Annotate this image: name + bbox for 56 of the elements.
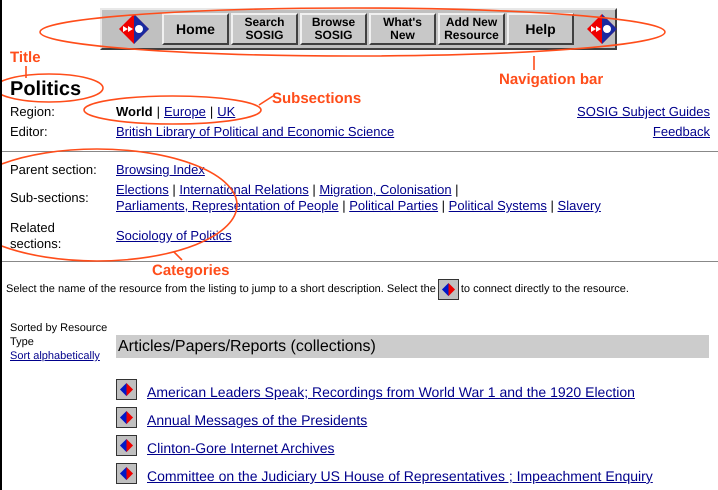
leader-line bbox=[259, 96, 273, 105]
region-current: World bbox=[116, 103, 153, 122]
connect-button[interactable] bbox=[116, 463, 137, 484]
connect-button[interactable] bbox=[116, 435, 137, 456]
separator: | bbox=[210, 103, 214, 122]
resource-link[interactable]: Committee on the Judiciary US House of Representatives ; Impeachment Enquiry bbox=[147, 468, 653, 484]
nav-button[interactable]: Add New Resource bbox=[438, 13, 505, 45]
page-title: Politics bbox=[10, 79, 82, 99]
category-link[interactable]: Political Systems bbox=[448, 198, 547, 213]
resource-link[interactable]: American Leaders Speak; Recordings from World War 1 and the 1920 Election bbox=[147, 384, 635, 400]
category-link[interactable]: Elections bbox=[116, 182, 169, 197]
diamond-logo-icon[interactable] bbox=[118, 13, 150, 45]
category-link[interactable]: Migration, Colonisation bbox=[319, 182, 452, 197]
field-label: Related sections: bbox=[10, 220, 62, 252]
separator: | bbox=[454, 182, 459, 197]
nav-button[interactable]: Search SOSIG bbox=[231, 13, 298, 45]
resource-link[interactable]: Clinton-Gore Internet Archives bbox=[147, 440, 335, 456]
diamond-logo-icon[interactable] bbox=[586, 13, 618, 45]
annotation-label: Subsections bbox=[272, 91, 362, 106]
instruction-text: to connect directly to the resource. bbox=[460, 282, 629, 298]
link[interactable]: SOSIG Subject Guides bbox=[577, 102, 710, 122]
field-label: Editor: bbox=[10, 123, 49, 142]
sort-description: Sorted by Resource Type bbox=[10, 321, 108, 349]
field-label: Sub-sections: bbox=[10, 190, 90, 206]
instruction-text: Select the name of the resource from the listing to jump to a short description. Select the bbox=[6, 282, 436, 298]
separator: | bbox=[341, 198, 347, 213]
link[interactable]: British Library of Political and Economic Science bbox=[116, 122, 394, 142]
nav-button[interactable]: Home bbox=[162, 13, 229, 45]
field-label: Region: bbox=[10, 103, 56, 122]
connect-button[interactable] bbox=[116, 407, 137, 428]
separator: | bbox=[440, 198, 446, 213]
region-link[interactable]: Europe bbox=[164, 102, 206, 122]
annotation-label: Title bbox=[10, 50, 41, 65]
annotation-label: Categories bbox=[152, 263, 230, 278]
connect-icon bbox=[438, 279, 459, 300]
nav-button[interactable]: What's New bbox=[369, 13, 436, 45]
region-link[interactable]: UK bbox=[217, 102, 236, 122]
leader-line bbox=[533, 56, 535, 70]
nav-button[interactable]: Browse SOSIG bbox=[300, 13, 367, 45]
category-link[interactable]: Slavery bbox=[558, 198, 601, 213]
field-label: Parent section: bbox=[10, 162, 98, 178]
annotation-label: Navigation bar bbox=[499, 72, 604, 87]
leader-line bbox=[25, 66, 27, 78]
link[interactable]: Feedback bbox=[652, 122, 710, 142]
category-link[interactable]: Browsing Index bbox=[116, 162, 205, 177]
resource-link[interactable]: Annual Messages of the Presidents bbox=[147, 412, 368, 428]
section-heading: Articles/Papers/Reports (collections) bbox=[116, 335, 709, 358]
nav-button[interactable]: Help bbox=[507, 13, 574, 45]
leader-line bbox=[174, 252, 182, 260]
separator: | bbox=[311, 182, 317, 197]
link[interactable]: Sort alphabetically bbox=[10, 350, 100, 362]
separator: | bbox=[550, 198, 555, 213]
category-link[interactable]: Political Parties bbox=[349, 198, 438, 213]
connect-button[interactable] bbox=[116, 379, 137, 400]
separator: | bbox=[171, 182, 177, 197]
separator: | bbox=[156, 103, 160, 122]
